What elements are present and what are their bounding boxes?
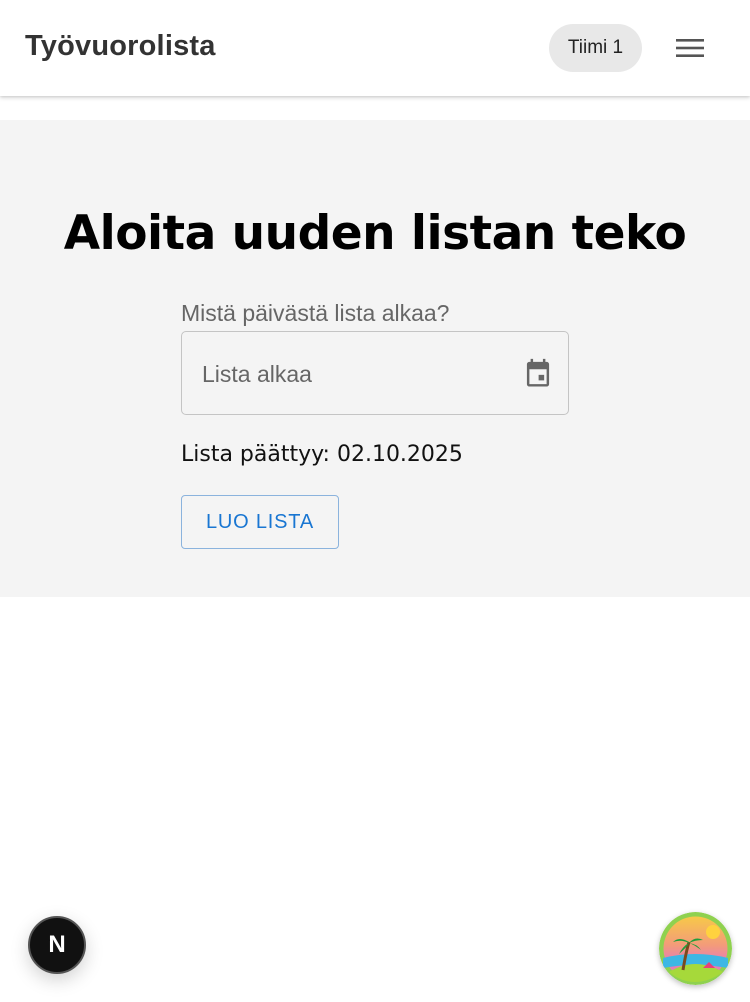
app-title: Työvuorolista xyxy=(25,30,216,62)
nextjs-dev-badge[interactable]: N xyxy=(28,916,86,974)
list-end-date-text: Lista päättyy: 02.10.2025 xyxy=(181,442,463,467)
calendar-icon xyxy=(526,358,550,387)
start-date-field[interactable] xyxy=(181,331,569,415)
hamburger-menu-icon xyxy=(676,39,704,57)
start-date-label: Mistä päivästä lista alkaa? xyxy=(181,300,450,326)
create-list-button[interactable]: LUO LISTA xyxy=(181,495,339,549)
team-selector-chip[interactable]: Tiimi 1 xyxy=(549,24,642,72)
calendar-button[interactable] xyxy=(518,353,558,393)
start-date-input[interactable] xyxy=(202,354,502,394)
tropical-island-icon xyxy=(659,912,732,985)
app-bar: Työvuorolista Tiimi 1 xyxy=(0,0,750,96)
dev-badge-letter: N xyxy=(48,931,66,958)
page-heading: Aloita uuden listan teko xyxy=(63,206,687,261)
menu-button[interactable] xyxy=(666,26,714,70)
user-avatar-button[interactable] xyxy=(659,912,732,985)
